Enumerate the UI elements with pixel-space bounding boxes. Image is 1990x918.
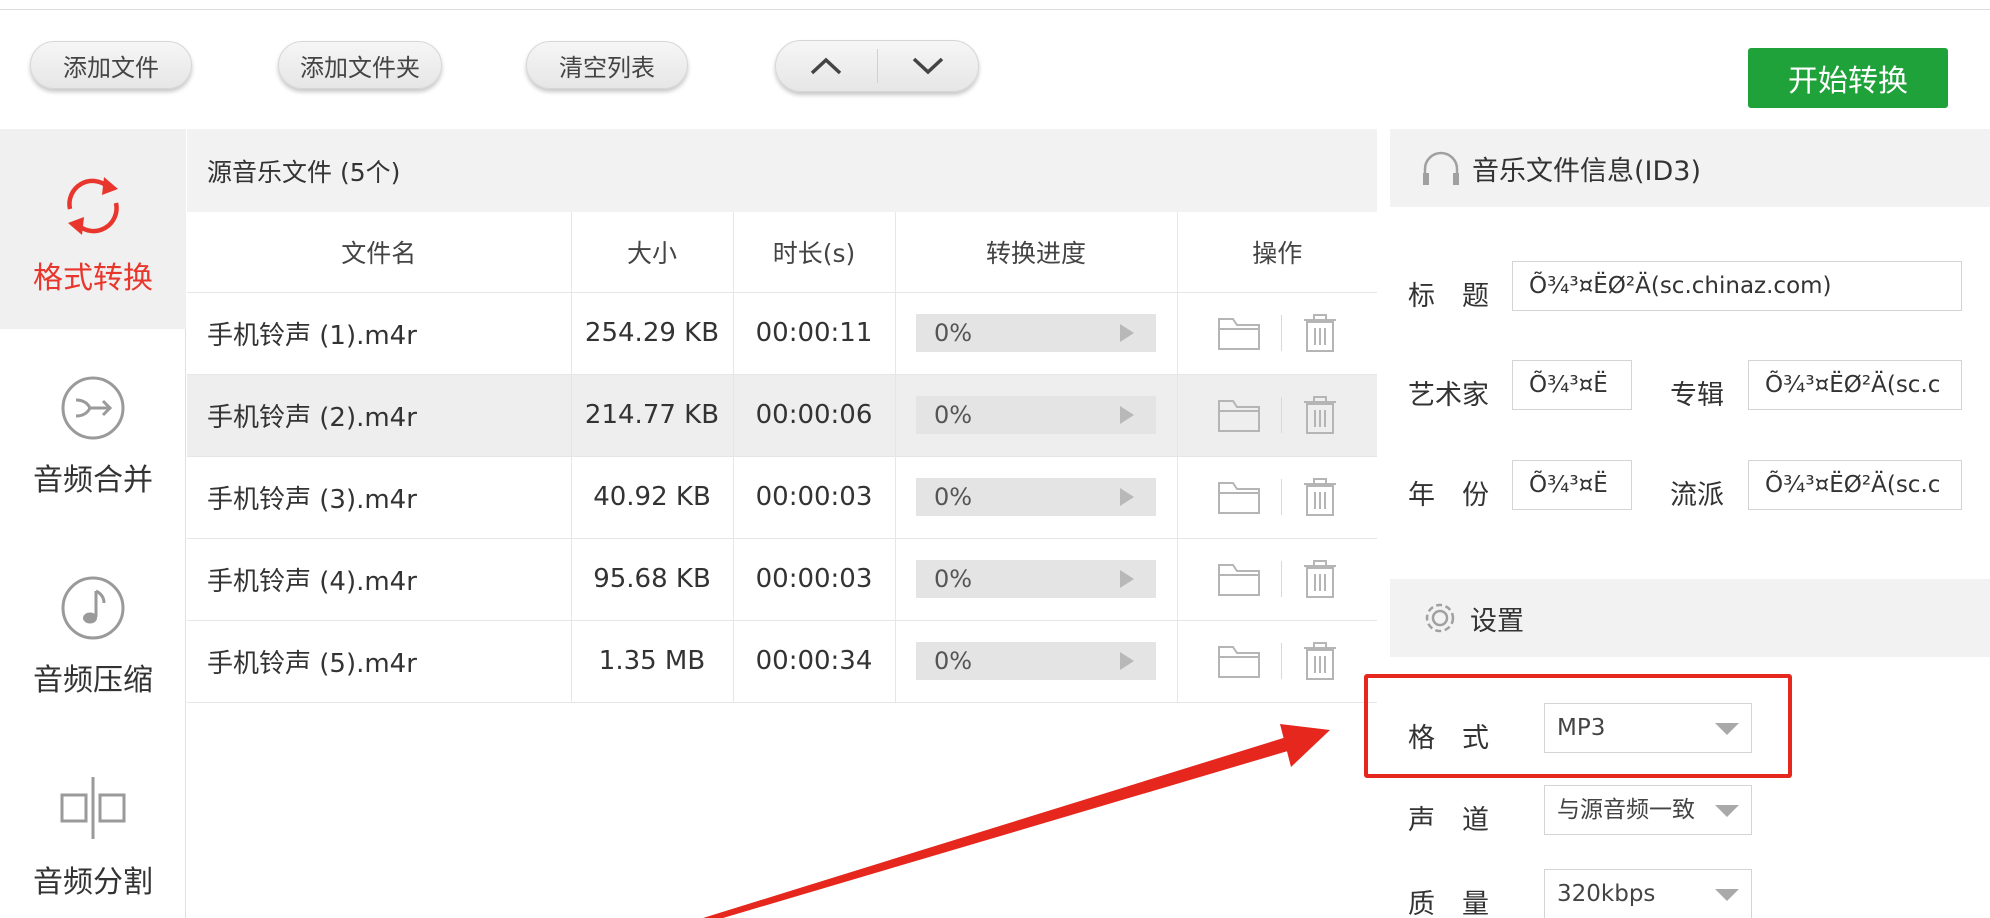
- annotation-arrow: [703, 724, 1330, 918]
